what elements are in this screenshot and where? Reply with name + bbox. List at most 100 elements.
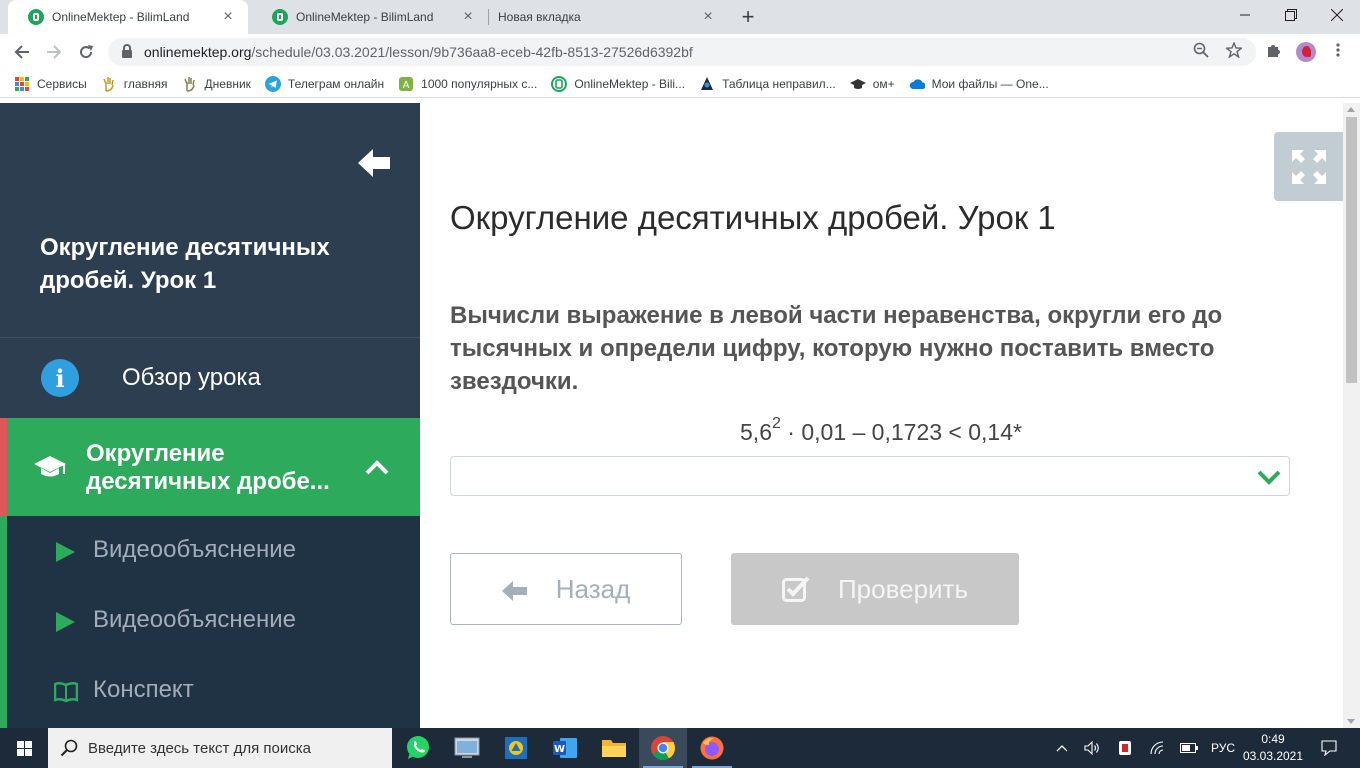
security-shield-icon[interactable] — [1114, 728, 1136, 768]
lock-icon — [122, 44, 132, 58]
word-app[interactable]: W — [541, 728, 589, 768]
battery-icon[interactable] — [1178, 728, 1200, 768]
hand-icon — [182, 76, 198, 92]
book-icon — [53, 681, 79, 703]
whatsapp-icon — [407, 736, 429, 759]
expand-arrows-icon — [1292, 149, 1326, 184]
sidebar-subitem-notes[interactable]: Конспект — [0, 656, 420, 726]
notifications-icon[interactable] — [1316, 728, 1342, 768]
new-tab-button[interactable]: + — [737, 6, 759, 28]
bookmarks-bar: Сервисы главняя Дневник Телеграм онлайн … — [0, 70, 1360, 98]
bookmark-om-plus[interactable]: ом+ — [849, 76, 895, 92]
bookmark-glavnaya[interactable]: главняя — [101, 76, 168, 92]
arrow-left-icon — [501, 578, 528, 601]
restore-icon[interactable] — [1268, 0, 1314, 30]
url-text: onlinemektep.org/schedule/03.03.2021/les… — [144, 44, 693, 60]
computer-window-icon — [454, 737, 480, 758]
hand-icon — [101, 76, 117, 92]
back-icon[interactable] — [8, 38, 36, 66]
sidebar-item-rounding-section[interactable]: Округление десятичных дробе... — [0, 418, 420, 516]
browser-tab-strip: OnlineMektep - BilimLand × OnlineMektep … — [0, 0, 1360, 34]
play-icon — [54, 541, 76, 563]
sidebar-subitem-video-1[interactable]: Видеообъяснение — [0, 516, 420, 586]
extensions-puzzle-icon[interactable] — [1264, 42, 1284, 62]
volume-icon[interactable] — [1082, 728, 1104, 768]
zoom-icon[interactable] — [1191, 42, 1211, 62]
answer-dropdown[interactable] — [450, 456, 1290, 496]
chrome-app[interactable] — [639, 728, 687, 768]
tab-close-icon[interactable]: × — [700, 9, 716, 25]
math-expression: 5,62 · 0,01 – 0,1723 < 0,14* — [450, 415, 1312, 446]
sidebar-subitem-label: Видеообъяснение — [93, 606, 297, 633]
reload-icon[interactable] — [72, 38, 100, 66]
bookmark-label: Сервисы — [37, 76, 87, 91]
check-button[interactable]: Проверить — [731, 553, 1019, 625]
wifi-icon[interactable] — [1146, 728, 1168, 768]
bilimland-favicon-icon — [272, 9, 288, 25]
bilimland-favicon-icon — [28, 9, 44, 25]
url-path: /schedule/03.03.2021/lesson/9b736aa8-ece… — [251, 44, 693, 60]
menu-dots-icon[interactable] — [1328, 42, 1348, 62]
profile-avatar[interactable] — [1296, 42, 1316, 62]
windows-taskbar: W РУС 0:49 03.03.2021 — [0, 728, 1360, 768]
bookmark-onedrive[interactable]: Мои файлы — One... — [909, 76, 1049, 92]
bookmark-dnevnik[interactable]: Дневник — [182, 76, 251, 92]
start-button[interactable] — [0, 728, 48, 768]
expression-exponent: 2 — [772, 415, 781, 432]
windows-logo-icon — [16, 740, 32, 756]
scrollbar-thumb[interactable] — [1346, 117, 1357, 383]
browser-tab-2[interactable]: OnlineMektep - BilimLand × — [252, 0, 488, 34]
bookmark-label: OnlineMektep - Bili... — [574, 76, 686, 91]
bookmark-onlinemektep[interactable]: OnlineMektep - Bili... — [551, 75, 686, 92]
url-host: onlinemektep.org — [144, 44, 252, 60]
expression-rest: · 0,01 – 0,1723 < 0,14* — [780, 419, 1022, 445]
sidebar-item-label: Округление десятичных дробе... — [86, 440, 330, 495]
sidebar-back-arrow-icon[interactable] — [356, 145, 396, 181]
scroll-up-icon[interactable] — [1347, 107, 1355, 112]
bookmark-label: Дневник — [204, 76, 251, 91]
bookmark-1000-popular[interactable]: A 1000 популярных с... — [398, 76, 537, 92]
bookmark-services[interactable]: Сервисы — [14, 76, 87, 92]
fullscreen-toggle-button[interactable] — [1274, 132, 1344, 201]
address-bar[interactable]: onlinemektep.org/schedule/03.03.2021/les… — [108, 38, 1256, 66]
file-explorer-app[interactable] — [590, 728, 638, 768]
minimize-icon[interactable] — [1222, 0, 1268, 30]
checkbox-check-icon — [781, 576, 810, 602]
forward-icon[interactable] — [40, 38, 68, 66]
firefox-app[interactable] — [688, 728, 736, 768]
browser-tab-1[interactable]: OnlineMektep - BilimLand × — [8, 0, 248, 34]
firefox-icon — [700, 736, 724, 760]
close-window-icon[interactable] — [1314, 0, 1360, 30]
taskbar-clock[interactable]: 0:49 03.03.2021 — [1234, 731, 1312, 765]
search-input[interactable] — [88, 739, 378, 757]
app-tile-icon — [505, 737, 527, 759]
whatsapp-app[interactable] — [394, 728, 442, 768]
clock-time: 0:49 — [1261, 732, 1285, 746]
browser-tab-3[interactable]: Новая вкладка × — [478, 0, 728, 34]
android-icon: A — [398, 76, 414, 92]
graduation-cap-icon — [34, 452, 66, 482]
scroll-down-icon[interactable] — [1347, 719, 1355, 724]
bookmark-star-icon[interactable] — [1224, 41, 1244, 62]
sidebar-subitems: Видеообъяснение Видеообъяснение Конспект — [0, 516, 420, 728]
page-scrollbar[interactable] — [1343, 103, 1360, 728]
sidebar-subitem-video-2[interactable]: Видеообъяснение — [0, 586, 420, 656]
sidebar-item-overview[interactable]: i Обзор урока — [0, 338, 420, 418]
tray-expand-icon[interactable] — [1052, 728, 1072, 768]
lesson-sidebar: Округление десятичных дробей. Урок 1 i О… — [0, 103, 420, 728]
telegram-icon — [264, 75, 281, 92]
control-panel-app[interactable] — [443, 728, 491, 768]
chrome-icon — [651, 736, 675, 761]
tab-close-icon[interactable]: × — [220, 9, 236, 25]
graduation-cap-icon — [849, 76, 866, 92]
taskbar-search[interactable] — [48, 728, 392, 768]
arduino-app[interactable] — [492, 728, 540, 768]
hooded-icon — [699, 76, 715, 92]
bookmark-label: ом+ — [872, 76, 895, 91]
bookmark-telegram[interactable]: Телеграм онлайн — [264, 75, 384, 92]
back-button[interactable]: Назад — [450, 553, 682, 625]
chevron-up-icon[interactable] — [364, 454, 390, 480]
bookmark-tablica[interactable]: Таблица неправил... — [699, 76, 836, 92]
tab-close-icon[interactable]: × — [460, 9, 476, 25]
apps-grid-icon — [14, 76, 30, 92]
